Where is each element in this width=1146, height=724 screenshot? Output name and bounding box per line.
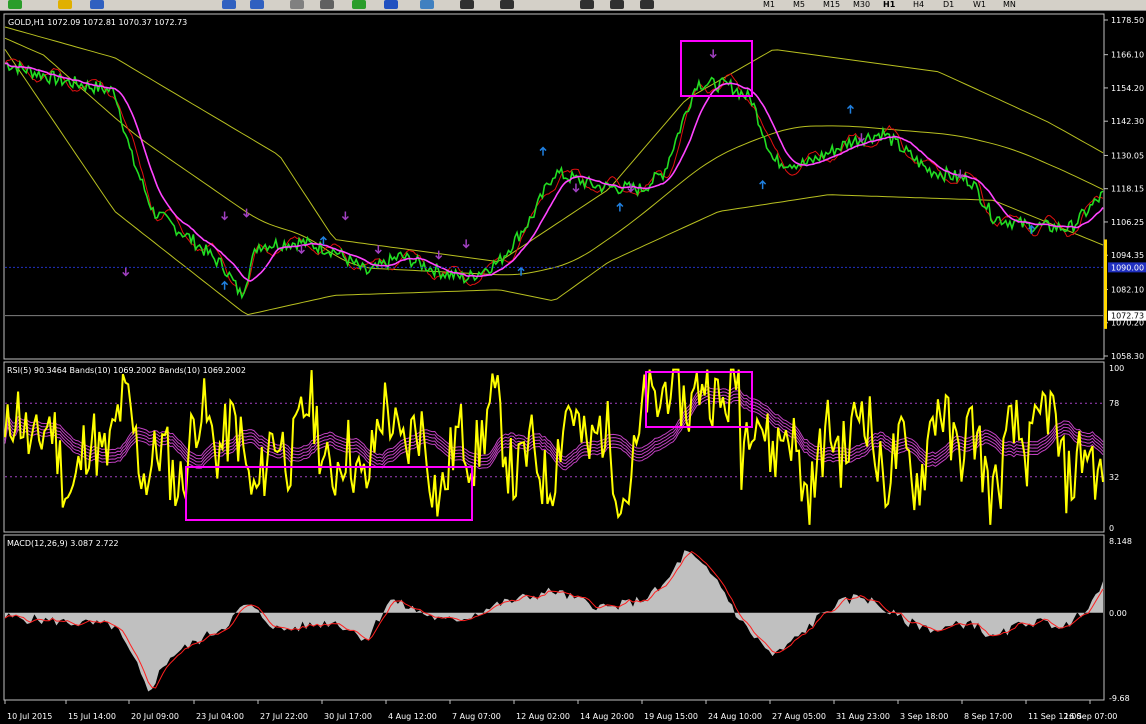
refresh-icon[interactable] xyxy=(384,0,398,9)
time-axis-label: 27 Aug 05:00 xyxy=(772,712,826,721)
rsi-axis-label: 78 xyxy=(1109,399,1119,408)
crosshair-icon[interactable] xyxy=(500,0,514,9)
time-axis-label: 15 Jul 14:00 xyxy=(68,712,116,721)
rsi-axis-label: 32 xyxy=(1109,473,1119,482)
new-chart-icon[interactable] xyxy=(8,0,22,9)
timeframe-m30[interactable]: M30 xyxy=(853,0,870,9)
macd-axis-label: 0.00 xyxy=(1109,609,1127,618)
time-axis-label: 12 Aug 02:00 xyxy=(516,712,570,721)
time-axis-label: 30 Jul 17:00 xyxy=(324,712,372,721)
time-axis-label: 19 Aug 15:00 xyxy=(644,712,698,721)
timeframe-m15[interactable]: M15 xyxy=(823,0,840,9)
time-axis-label: 23 Jul 04:00 xyxy=(196,712,244,721)
open-icon[interactable] xyxy=(90,0,104,9)
chart-period-icon[interactable] xyxy=(290,0,304,9)
timeframe-m5[interactable]: M5 xyxy=(793,0,805,9)
time-axis-label: 20 Jul 09:00 xyxy=(131,712,179,721)
chart-window[interactable]: 1178.50 1166.10 1154.20 1142.30 1130.05 1118.… xyxy=(0,10,1146,724)
price-axis-label: 1094.35 xyxy=(1111,251,1144,260)
time-axis-label: 27 Jul 22:00 xyxy=(260,712,308,721)
time-axis-label: 14 Aug 20:00 xyxy=(580,712,634,721)
text-icon[interactable] xyxy=(610,0,624,9)
price-axis-label: 1130.05 xyxy=(1111,151,1144,160)
time-axis-label: 31 Aug 23:00 xyxy=(836,712,890,721)
grid-icon[interactable] xyxy=(320,0,334,9)
price-axis-label: 1166.10 xyxy=(1111,51,1144,60)
macd-title: MACD(12,26,9) 3.087 2.722 xyxy=(7,539,119,548)
time-axis-label: 7 Aug 07:00 xyxy=(452,712,501,721)
rsi-title: RSI(5) 90.3464 Bands(10) 1069.2002 Bands… xyxy=(7,366,246,375)
price-axis-label: 1058.30 xyxy=(1111,352,1144,361)
price-axis-label: 1082.10 xyxy=(1111,285,1144,294)
favorites-icon[interactable] xyxy=(58,0,72,9)
price-axis-label: 1118.15 xyxy=(1111,185,1144,194)
indicator-add-icon[interactable] xyxy=(352,0,366,9)
timeframe-h4[interactable]: H4 xyxy=(913,0,924,9)
price-axis-label: 1106.25 xyxy=(1111,218,1144,227)
rsi-axis-label: 0 xyxy=(1109,524,1114,533)
macd-axis-label: -9.68 xyxy=(1109,694,1130,703)
template-icon[interactable] xyxy=(420,0,434,9)
time-axis-label: 8 Sep 17:00 xyxy=(964,712,1012,721)
bid-price-tag-text: 1090.00 xyxy=(1111,263,1144,272)
time-axis-label: 24 Aug 10:00 xyxy=(708,712,762,721)
macd-axis-label: 8.148 xyxy=(1109,537,1132,546)
main-chart-title: GOLD,H1 1072.09 1072.81 1070.37 1072.73 xyxy=(8,18,187,27)
trendline-icon[interactable] xyxy=(580,0,594,9)
time-axis-label: 3 Sep 18:00 xyxy=(900,712,948,721)
zoom-in-icon[interactable] xyxy=(222,0,236,9)
volume-bar xyxy=(1104,239,1107,329)
cursor-icon[interactable] xyxy=(460,0,474,9)
time-axis-label: 4 Aug 12:00 xyxy=(388,712,437,721)
main-chart-panel[interactable] xyxy=(3,13,1105,360)
time-axis-label: 16 Sep 07:00 xyxy=(1064,712,1117,721)
zoom-out-icon[interactable] xyxy=(250,0,264,9)
price-axis-label: 1178.50 xyxy=(1111,16,1144,25)
timeframe-mn[interactable]: MN xyxy=(1003,0,1016,9)
rsi-axis-label: 100 xyxy=(1109,364,1124,373)
timeframe-d1[interactable]: D1 xyxy=(943,0,954,9)
timeframe-m1[interactable]: M1 xyxy=(763,0,775,9)
label-icon[interactable] xyxy=(640,0,654,9)
time-axis-label: 10 Jul 2015 xyxy=(7,712,52,721)
timeframe-w1[interactable]: W1 xyxy=(973,0,986,9)
current-price-tag-text: 1072.73 xyxy=(1111,312,1144,321)
timeframe-h1[interactable]: H1 xyxy=(883,0,895,9)
price-axis-label: 1154.20 xyxy=(1111,84,1144,93)
price-axis-label: 1142.30 xyxy=(1111,117,1144,126)
